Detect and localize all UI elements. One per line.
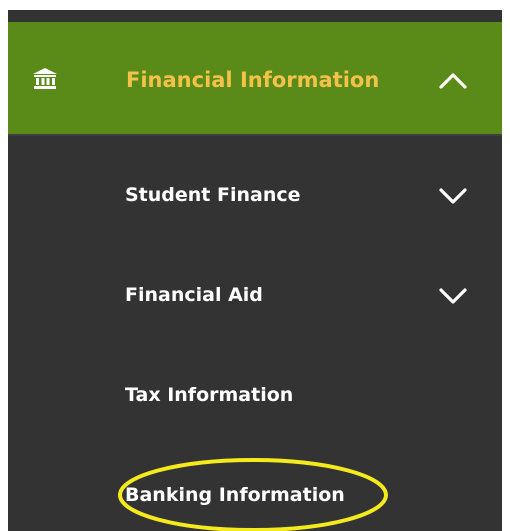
financial-nav-panel: Financial Information Student Finance Fi… (8, 10, 502, 531)
chevron-up-icon[interactable] (438, 70, 468, 90)
chevron-down-icon[interactable] (438, 286, 468, 306)
nav-item-tax-information[interactable]: Tax Information (8, 348, 502, 448)
nav-header-label: Financial Information (126, 68, 380, 92)
nav-item-student-finance[interactable]: Student Finance (8, 148, 502, 248)
top-strip (0, 0, 510, 10)
nav-item-label: Tax Information (125, 384, 294, 406)
nav-item-banking-information[interactable]: Banking Information (8, 448, 502, 531)
nav-item-label: Banking Information (125, 484, 345, 506)
nav-header-financial-information[interactable]: Financial Information (8, 22, 502, 136)
chevron-down-icon[interactable] (438, 186, 468, 206)
nav-item-label: Student Finance (125, 184, 301, 206)
bank-icon (32, 67, 58, 91)
nav-item-label: Financial Aid (125, 284, 263, 306)
nav-item-financial-aid[interactable]: Financial Aid (8, 248, 502, 348)
